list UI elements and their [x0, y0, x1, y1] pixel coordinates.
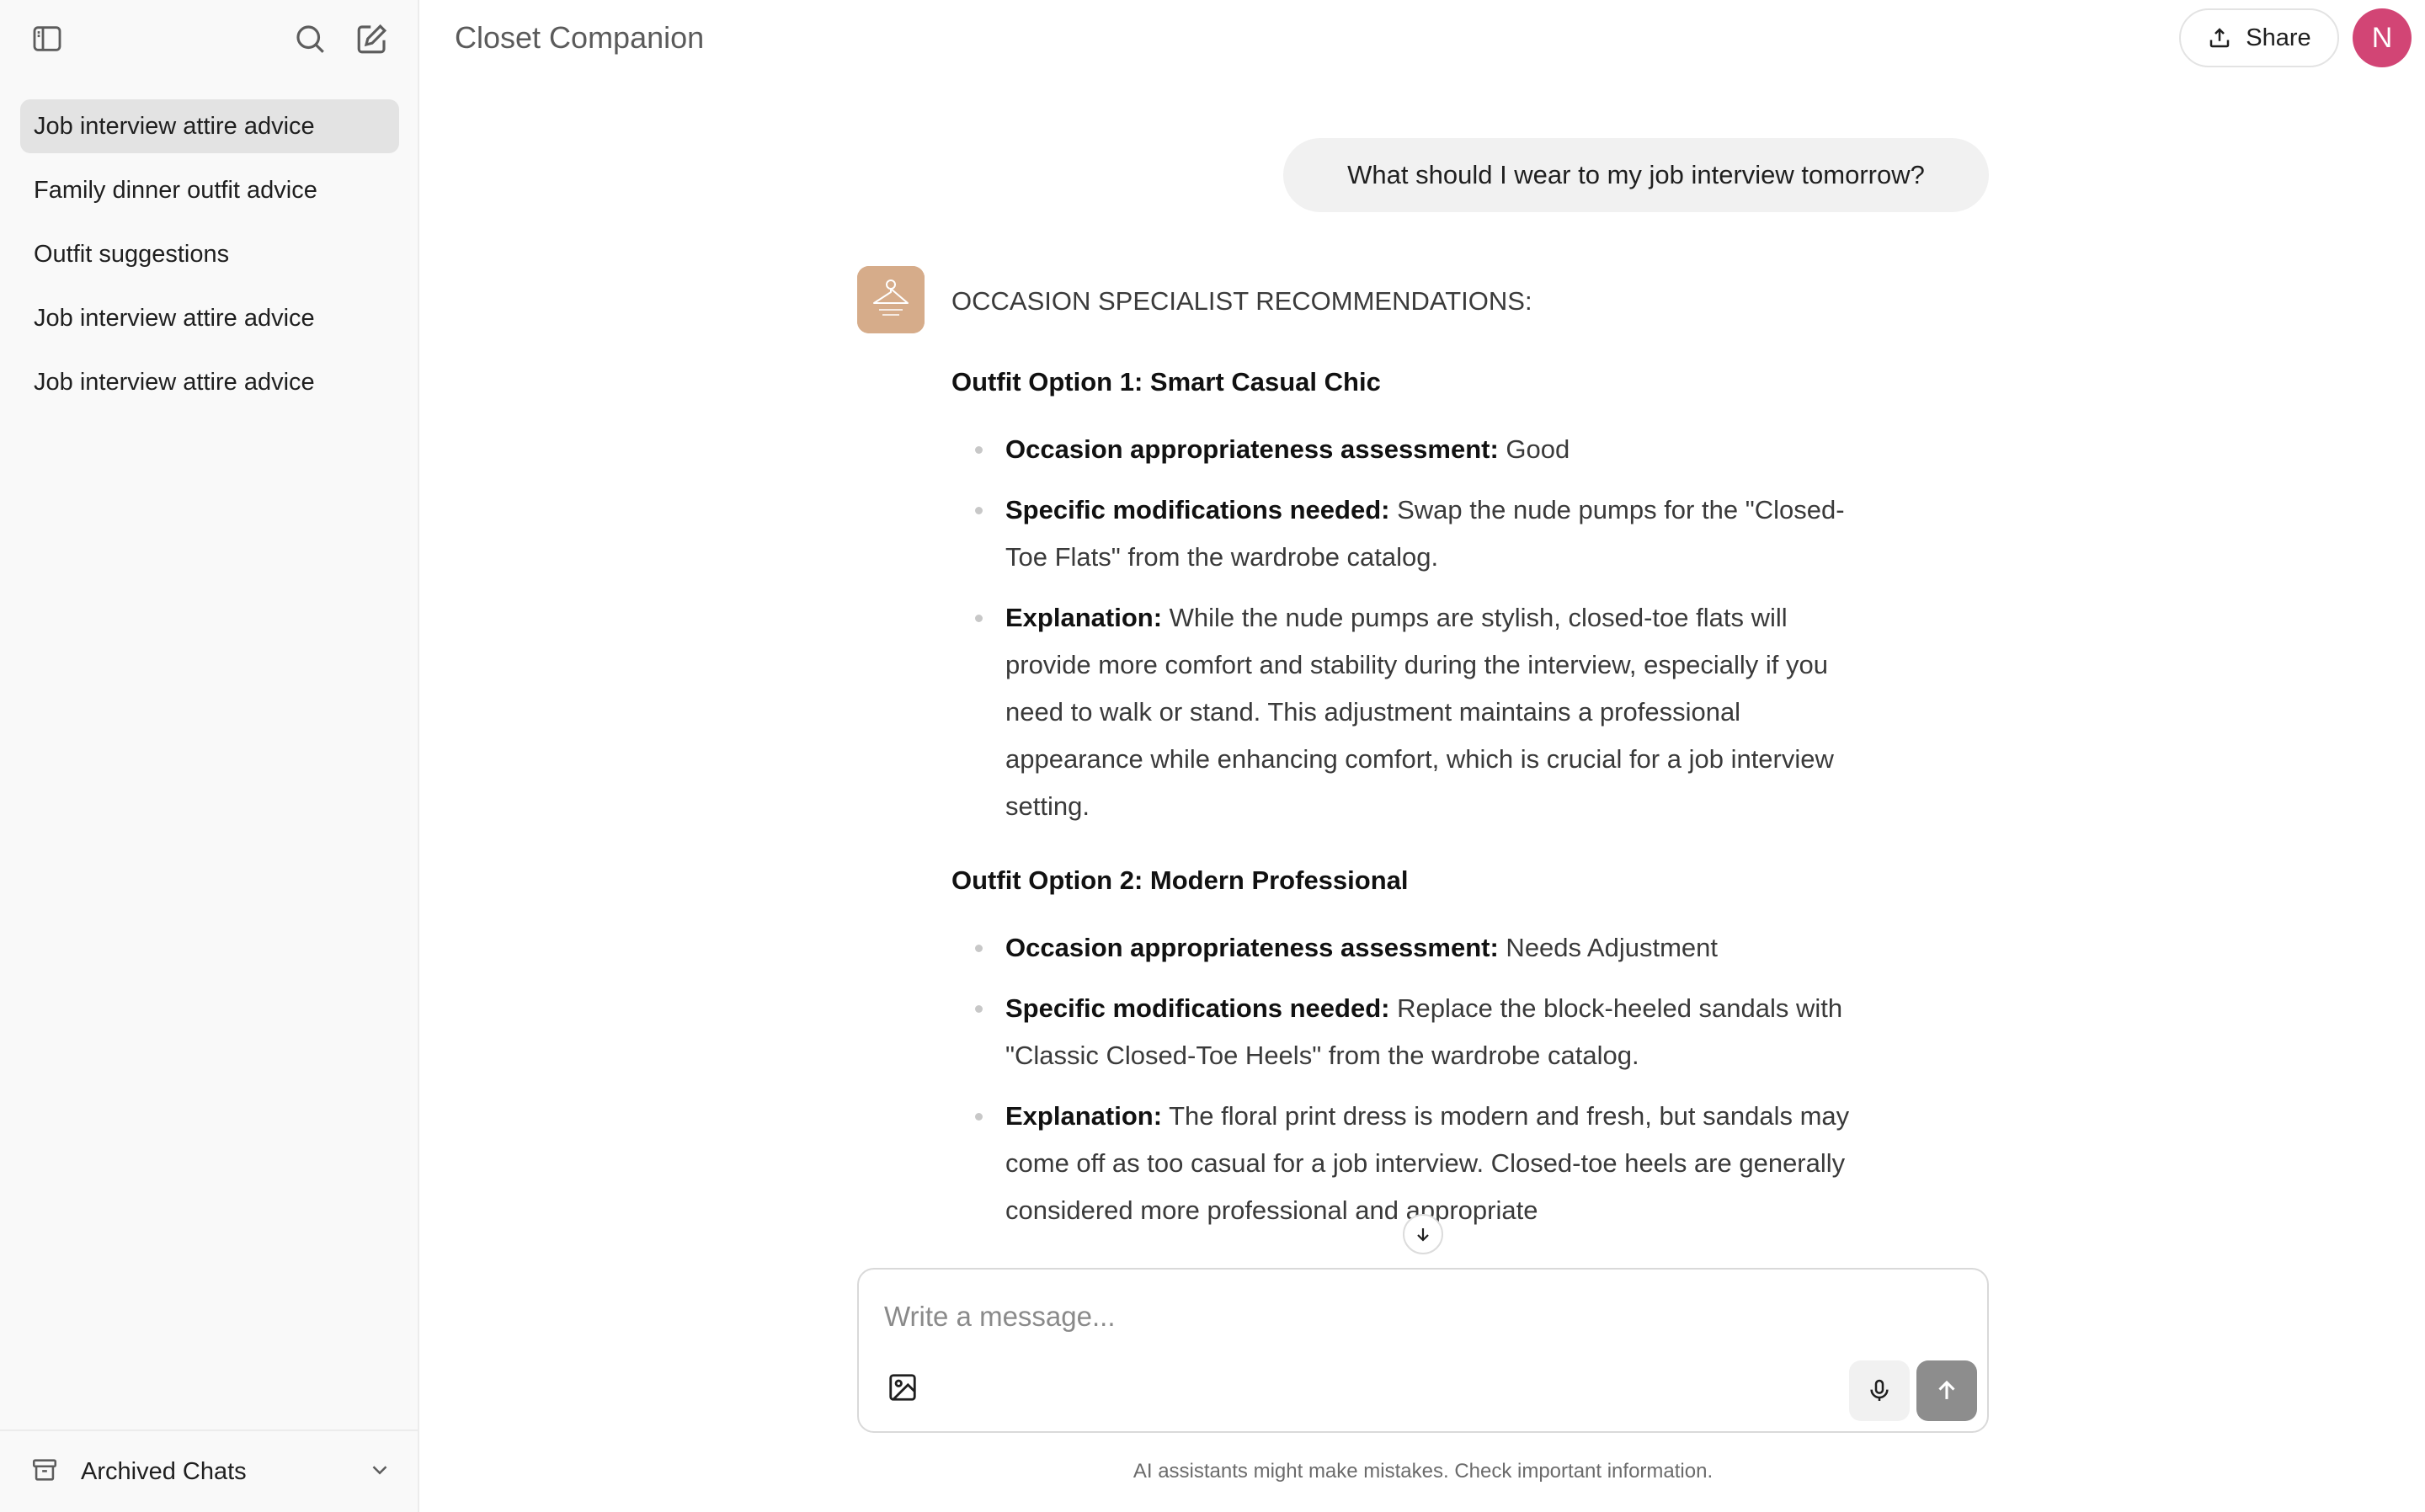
recommendations-heading: OCCASION SPECIALIST RECOMMENDATIONS: — [951, 286, 1532, 316]
outfit-option-title: Outfit Option 1: Smart Casual Chic — [951, 367, 1381, 397]
outfit-option-title: Outfit Option 2: Modern Professional — [951, 865, 1409, 895]
hanger-logo-icon — [857, 266, 925, 333]
search-icon[interactable] — [286, 15, 333, 62]
image-icon — [889, 1374, 916, 1401]
archived-chats-label: Archived Chats — [81, 1457, 247, 1485]
page-title: Closet Companion — [455, 20, 705, 55]
chevron-down-icon — [367, 1457, 392, 1487]
sidebar: Job interview attire advice Family dinne… — [0, 0, 419, 1512]
scroll-to-bottom-button[interactable] — [1403, 1214, 1443, 1254]
outfit-option-bullets: Occasion appropriateness assessment: Nee… — [972, 924, 1861, 1234]
disclaimer-text: AI assistants might make mistakes. Check… — [1133, 1460, 1713, 1483]
share-button[interactable]: Share — [2179, 8, 2339, 67]
message-composer — [857, 1268, 1989, 1433]
list-item: Explanation: While the nude pumps are st… — [972, 594, 1861, 830]
list-item: Explanation: The floral print dress is m… — [972, 1093, 1861, 1234]
archive-icon — [30, 1456, 59, 1488]
list-item: Occasion appropriateness assessment: Goo… — [972, 426, 1861, 473]
list-item: Specific modifications needed: Swap the … — [972, 487, 1861, 581]
arrow-down-icon — [1417, 1228, 1429, 1242]
arrow-up-icon — [1938, 1380, 1955, 1399]
share-icon — [2210, 28, 2230, 48]
sidebar-toolbar — [0, 0, 419, 77]
sidebar-item-job-interview-3[interactable]: Job interview attire advice — [20, 355, 399, 409]
user-message-bubble: What should I wear to my job interview t… — [1283, 138, 1989, 212]
microphone-icon — [1870, 1379, 1889, 1401]
assistant-avatar — [857, 266, 925, 333]
new-chat-icon[interactable] — [349, 15, 396, 62]
send-button[interactable] — [1916, 1360, 1977, 1421]
chat-history-list: Job interview attire advice Family dinne… — [20, 99, 399, 419]
message-input[interactable] — [884, 1291, 1895, 1342]
voice-input-button[interactable] — [1849, 1360, 1910, 1421]
user-avatar[interactable]: N — [2353, 8, 2412, 67]
archived-chats-toggle[interactable]: Archived Chats — [0, 1429, 418, 1512]
toggle-sidebar-icon[interactable] — [24, 15, 71, 62]
assistant-message: OCCASION SPECIALIST RECOMMENDATIONS: Out… — [951, 278, 1861, 1261]
share-label: Share — [2246, 24, 2311, 51]
attach-image-button[interactable] — [879, 1364, 926, 1411]
list-item: Occasion appropriateness assessment: Nee… — [972, 924, 1861, 972]
sidebar-item-outfit-suggestions[interactable]: Outfit suggestions — [20, 227, 399, 281]
list-item: Specific modifications needed: Replace t… — [972, 985, 1861, 1079]
sidebar-item-job-interview-1[interactable]: Job interview attire advice — [20, 99, 399, 153]
sidebar-item-family-dinner[interactable]: Family dinner outfit advice — [20, 163, 399, 217]
outfit-option-bullets: Occasion appropriateness assessment: Goo… — [972, 426, 1861, 830]
sidebar-item-job-interview-2[interactable]: Job interview attire advice — [20, 291, 399, 345]
top-bar: Closet Companion Share N — [421, 0, 2425, 77]
